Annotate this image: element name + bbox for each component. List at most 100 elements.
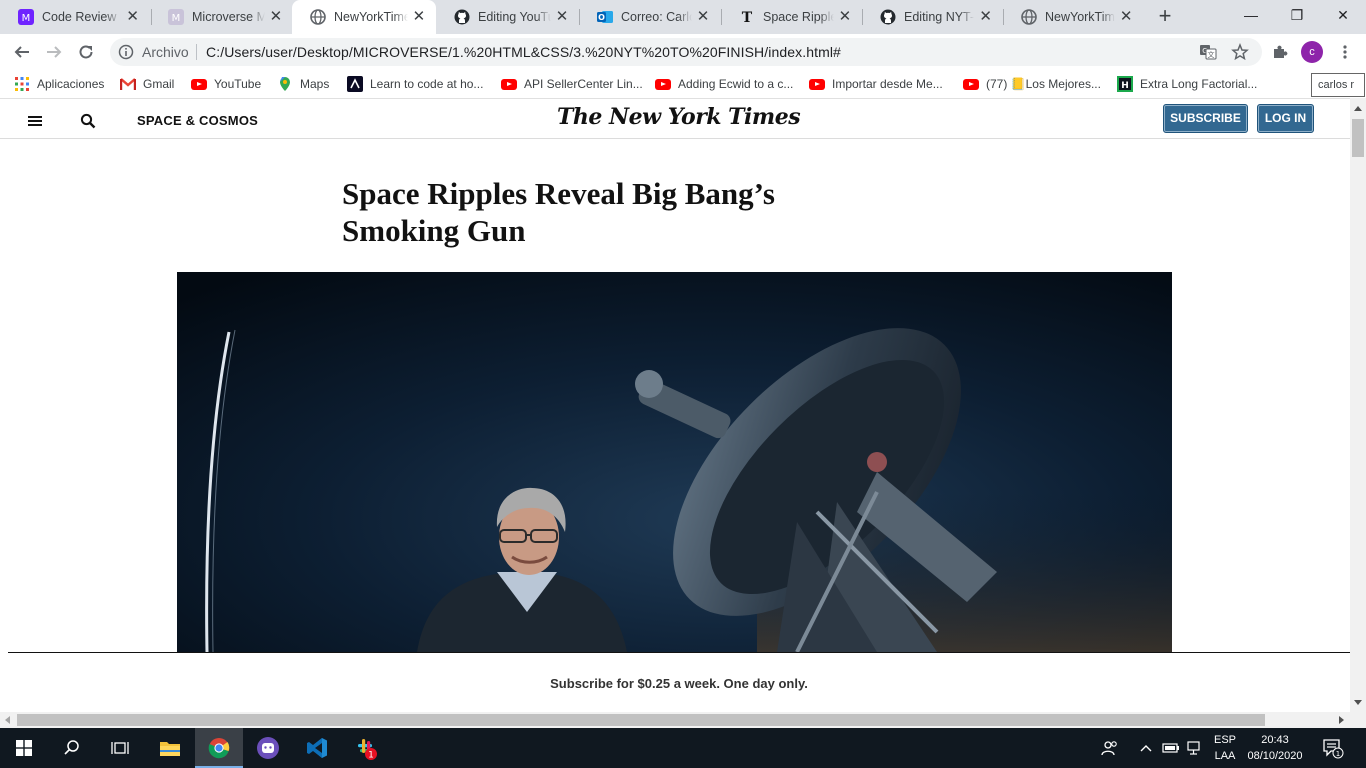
new-tab-plus-icon[interactable]: + <box>1154 5 1176 28</box>
forward-arrow-icon[interactable] <box>42 40 66 64</box>
back-arrow-icon[interactable] <box>10 40 34 64</box>
notifications-icon[interactable]: 1 <box>1318 728 1348 768</box>
chevron-up-icon[interactable] <box>1136 728 1156 768</box>
reload-icon[interactable] <box>74 40 98 64</box>
bookmark-label: YouTube <box>214 77 262 91</box>
close-tab-icon[interactable]: ✕ <box>125 9 140 25</box>
tab-microverse[interactable]: M Microverse Ma ✕ <box>150 0 293 34</box>
bookmark-gmail[interactable]: Gmail <box>120 76 174 92</box>
youtube-icon <box>809 76 825 92</box>
language-indicator[interactable]: ESP LAA <box>1210 732 1240 764</box>
profile-avatar[interactable]: c <box>1301 41 1323 63</box>
close-tab-icon[interactable]: ✕ <box>696 9 710 25</box>
close-tab-icon[interactable]: ✕ <box>838 9 852 25</box>
system-clock[interactable]: 20:43 08/10/2020 <box>1246 732 1304 764</box>
horizontal-scrollbar[interactable] <box>0 712 1366 728</box>
microverse-icon: M <box>18 9 34 25</box>
close-tab-icon[interactable]: ✕ <box>555 9 569 25</box>
svg-text:O: O <box>598 13 605 22</box>
close-tab-icon[interactable]: ✕ <box>1119 9 1133 25</box>
windows-start-icon[interactable] <box>0 728 48 768</box>
tab-newyorktimes-2[interactable]: NewYorkTimes ✕ <box>1003 0 1143 34</box>
scroll-thumb[interactable] <box>1352 119 1364 157</box>
scroll-left-arrow-icon[interactable] <box>5 716 10 724</box>
bookmark-maps[interactable]: Maps <box>277 76 329 92</box>
freecodecamp-icon <box>347 76 363 92</box>
browser-menu-icon[interactable] <box>1333 40 1357 64</box>
bookmark-adding-ecwid[interactable]: Adding Ecwid to a c... <box>655 76 793 92</box>
bookmark-apps[interactable]: Aplicaciones <box>14 76 104 92</box>
close-tab-icon[interactable]: ✕ <box>269 9 283 25</box>
close-tab-icon[interactable]: ✕ <box>412 9 426 25</box>
bookmark-importar[interactable]: Importar desde Me... <box>809 76 943 92</box>
bookmark-api-sellercenter[interactable]: API SellerCenter Lin... <box>501 76 643 92</box>
clock-time: 20:43 <box>1261 734 1289 746</box>
minimize-icon[interactable]: — <box>1228 0 1274 30</box>
task-view-icon[interactable] <box>96 728 144 768</box>
translate-icon[interactable]: G文 <box>1199 43 1217 61</box>
maps-icon <box>277 76 293 92</box>
bookmark-learn-to-code[interactable]: Learn to code at ho... <box>347 76 483 92</box>
close-tab-icon[interactable]: ✕ <box>978 9 993 25</box>
vertical-scrollbar[interactable] <box>1350 98 1366 712</box>
info-icon[interactable] <box>118 44 134 63</box>
subscribe-banner-text[interactable]: Subscribe for $0.25 a week. One day only… <box>8 676 1350 691</box>
svg-text:M: M <box>172 13 181 24</box>
profile-tooltip: carlos r <box>1311 73 1365 97</box>
scroll-up-arrow-icon[interactable] <box>1354 106 1362 111</box>
login-button[interactable]: LOG IN <box>1257 104 1314 133</box>
url-text[interactable]: C:/Users/user/Desktop/MICROVERSE/1.%20HT… <box>206 44 841 60</box>
bookmark-label: Importar desde Me... <box>832 77 943 91</box>
search-icon[interactable] <box>48 728 96 768</box>
battery-icon[interactable] <box>1160 728 1182 768</box>
scroll-thumb[interactable] <box>17 714 1265 726</box>
tab-title: NewYorkTimes <box>334 10 408 24</box>
chrome-icon[interactable] <box>195 728 243 768</box>
subscribe-button[interactable]: SUBSCRIBE <box>1163 104 1248 133</box>
tab-newyorktimes-active[interactable]: NewYorkTimes ✕ <box>292 0 436 34</box>
tab-correo[interactable]: O Correo: Carlos ✕ <box>579 0 720 34</box>
svg-text:H: H <box>1121 81 1129 91</box>
tab-code-review[interactable]: M Code Review R ✕ <box>0 0 150 34</box>
bookmark-youtube[interactable]: YouTube <box>191 76 261 92</box>
scroll-down-arrow-icon[interactable] <box>1354 700 1362 705</box>
section-name[interactable]: SPACE & COSMOS <box>137 113 258 128</box>
youtube-icon <box>655 76 671 92</box>
scroll-right-arrow-icon[interactable] <box>1339 716 1344 724</box>
keyboard-layout: LAA <box>1214 750 1236 762</box>
slack-icon[interactable]: 1 <box>342 728 390 768</box>
tab-title: Code Review R <box>42 10 122 24</box>
svg-text:M: M <box>22 13 31 24</box>
language-code: ESP <box>1213 734 1236 746</box>
tab-space-ripples[interactable]: T Space Ripples ✕ <box>721 0 862 34</box>
restore-icon[interactable]: ❐ <box>1274 0 1320 30</box>
address-bar[interactable]: Archivo C:/Users/user/Desktop/MICROVERSE… <box>110 38 1262 66</box>
article-headline: Space Ripples Reveal Big Bang’s Smoking … <box>342 176 775 248</box>
clock-date: 08/10/2020 <box>1247 750 1303 762</box>
extensions-puzzle-icon[interactable] <box>1268 40 1292 64</box>
bookmark-extra-long-factorial[interactable]: H Extra Long Factorial... <box>1117 76 1257 92</box>
network-icon[interactable] <box>1184 728 1206 768</box>
bookmark-star-icon[interactable] <box>1231 42 1249 61</box>
people-icon[interactable] <box>1098 728 1122 768</box>
hero-image-telescope-scientist <box>177 272 1172 652</box>
vscode-icon[interactable] <box>293 728 341 768</box>
bookmark-label: Learn to code at ho... <box>370 77 484 91</box>
chat-app-icon[interactable] <box>244 728 292 768</box>
gmail-icon <box>120 76 136 92</box>
tab-strip: M Code Review R ✕ M Microverse Ma ✕ NewY… <box>0 0 1366 34</box>
nyt-logo[interactable]: The New York Times <box>557 104 801 130</box>
search-icon[interactable] <box>80 113 96 132</box>
tab-editing-nyt[interactable]: Editing NYT-h ✕ <box>862 0 1003 34</box>
file-explorer-icon[interactable] <box>146 728 194 768</box>
subscribe-banner[interactable]: Subscribe for $0.25 a week. One day only… <box>8 652 1350 712</box>
microverse-icon: M <box>168 9 184 25</box>
omnibox-divider <box>196 44 197 60</box>
browser-toolbar: Archivo C:/Users/user/Desktop/MICROVERSE… <box>0 34 1366 70</box>
hamburger-menu-icon[interactable] <box>28 116 42 126</box>
notification-count: 1 <box>1336 750 1340 758</box>
close-window-icon[interactable]: ✕ <box>1320 0 1366 30</box>
bookmark-los-mejores[interactable]: (77) 📒Los Mejores... <box>963 76 1101 92</box>
tab-editing-youtube[interactable]: Editing YouTub ✕ <box>436 0 579 34</box>
bookmark-label: Extra Long Factorial... <box>1140 77 1258 91</box>
